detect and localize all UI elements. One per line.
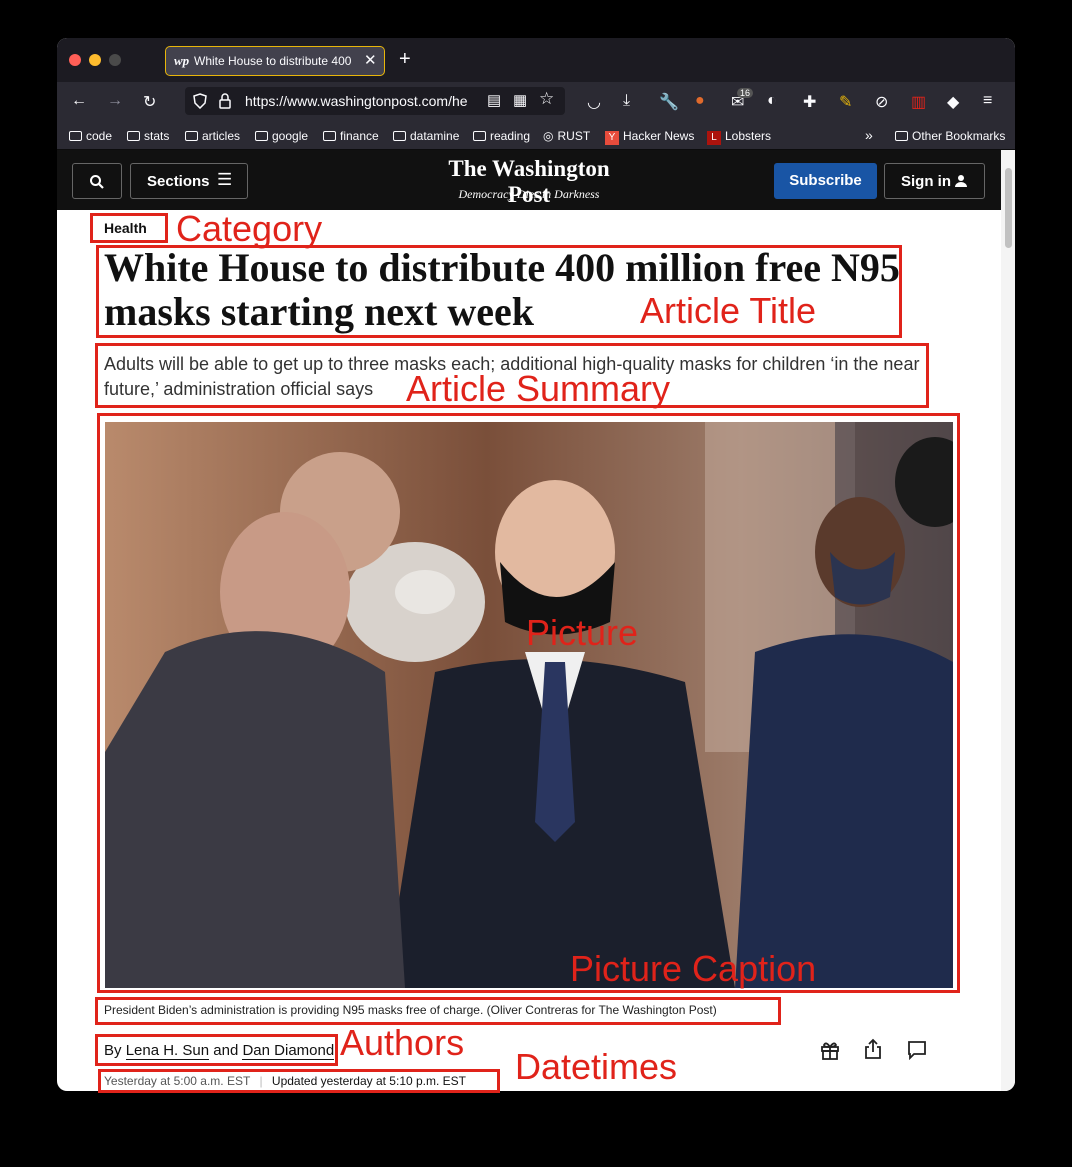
bookmark-datamine[interactable]: datamine	[393, 129, 459, 143]
folder-icon	[255, 131, 268, 141]
pocket-icon[interactable]: ◡	[587, 92, 601, 112]
extension-c-icon[interactable]: ◐	[767, 92, 777, 110]
minimize-window-button[interactable]	[89, 54, 101, 66]
folder-icon	[185, 131, 198, 141]
back-arrow-icon[interactable]: ←	[71, 92, 87, 110]
sections-label: Sections	[147, 173, 210, 190]
bookmark-code[interactable]: code	[69, 129, 112, 143]
bookmark-articles[interactable]: articles	[185, 129, 240, 143]
user-icon	[955, 175, 967, 187]
more-bookmarks-chevron-icon[interactable]: »	[865, 127, 873, 143]
authors-annotation-label: Authors	[340, 1022, 465, 1063]
forward-arrow-icon[interactable]: →	[107, 92, 123, 110]
extension-block-icon[interactable]: ⊘	[875, 92, 888, 112]
bookmark-lobsters[interactable]: L Lobsters	[707, 129, 771, 145]
bookmark-star-icon[interactable]: ☆	[539, 89, 554, 109]
sections-button[interactable]: Sections ☰	[130, 163, 248, 199]
gift-icon[interactable]	[820, 1040, 840, 1060]
masthead-tagline: Democracy Dies in Darkness	[458, 187, 600, 201]
zoom-window-button[interactable]	[109, 54, 121, 66]
close-window-button[interactable]	[69, 54, 81, 66]
authors-annotation-box	[95, 1034, 338, 1066]
page-scrollbar[interactable]	[1001, 150, 1015, 1091]
summary-annotation-label: Article Summary	[406, 368, 671, 409]
folder-icon	[473, 131, 486, 141]
new-tab-icon[interactable]: +	[399, 48, 411, 71]
y-logo-icon: Y	[605, 131, 619, 145]
extensions-grid-icon[interactable]: ✚	[803, 92, 816, 112]
wrench-icon[interactable]: 🔧	[659, 92, 679, 112]
folder-icon	[895, 131, 908, 141]
qr-code-icon[interactable]: ▦	[513, 91, 527, 109]
browser-tab[interactable]: wp White House to distribute 400 m ✕	[165, 46, 385, 76]
scrollbar-thumb[interactable]	[1005, 168, 1012, 248]
extension-tag-icon[interactable]: ◆	[947, 92, 959, 112]
bookmark-hacker-news[interactable]: Y Hacker News	[605, 129, 694, 145]
picture-annotation-label: Picture	[526, 612, 639, 653]
reader-view-icon[interactable]: ▤	[487, 91, 501, 109]
extension-brush-icon[interactable]: ✎	[839, 92, 852, 112]
bookmark-reading[interactable]: reading	[473, 129, 530, 143]
datetimes-annotation-label: Datetimes	[515, 1046, 678, 1087]
picture-annotation-box	[97, 413, 960, 993]
extension-calendar-icon[interactable]: ▥	[911, 92, 926, 112]
folder-icon	[393, 131, 406, 141]
comment-icon[interactable]	[907, 1040, 927, 1060]
folder-icon	[69, 131, 82, 141]
shield-icon[interactable]	[193, 93, 207, 109]
share-icon[interactable]	[863, 1038, 883, 1060]
search-button[interactable]	[72, 163, 122, 199]
globe-icon: ◎	[543, 129, 554, 143]
folder-icon	[323, 131, 336, 141]
search-icon	[90, 175, 104, 189]
caption-annotation-box	[95, 997, 781, 1025]
bookmark-stats[interactable]: stats	[127, 129, 169, 143]
url-text: https://www.washingtonpost.com/he	[245, 93, 468, 109]
datetimes-annotation-box	[98, 1069, 500, 1093]
reload-icon[interactable]: ↻	[143, 92, 156, 112]
bookmark-finance[interactable]: finance	[323, 129, 379, 143]
category-annotation-label: Category	[176, 208, 323, 249]
lock-icon[interactable]	[219, 93, 231, 109]
url-bar[interactable]: https://www.washingtonpost.com/he ▤ ▦ ☆	[185, 87, 565, 115]
sign-in-label: Sign in	[901, 173, 951, 190]
folder-icon	[127, 131, 140, 141]
extension-badge: 16	[737, 88, 754, 98]
bookmark-google[interactable]: google	[255, 129, 308, 143]
wp-favicon-icon: wp	[174, 53, 190, 68]
extension-cookie-icon[interactable]: ●	[695, 92, 705, 110]
tab-title: White House to distribute 400 m	[194, 54, 354, 68]
menu-hamburger-icon[interactable]: ≡	[983, 92, 992, 110]
bookmark-other[interactable]: Other Bookmarks	[895, 129, 1005, 143]
title-annotation-label: Article Title	[640, 290, 817, 331]
sign-in-button[interactable]: Sign in	[884, 163, 985, 199]
close-tab-icon[interactable]: ✕	[364, 51, 377, 69]
category-annotation-box	[90, 213, 168, 243]
download-icon[interactable]: ⤓	[623, 92, 630, 110]
bookmark-rust[interactable]: ◎ RUST	[543, 129, 590, 143]
menu-lines-icon: ☰	[217, 170, 233, 189]
subscribe-button[interactable]: Subscribe	[774, 163, 877, 199]
caption-annotation-label: Picture Caption	[570, 948, 817, 989]
l-logo-icon: L	[707, 131, 721, 145]
